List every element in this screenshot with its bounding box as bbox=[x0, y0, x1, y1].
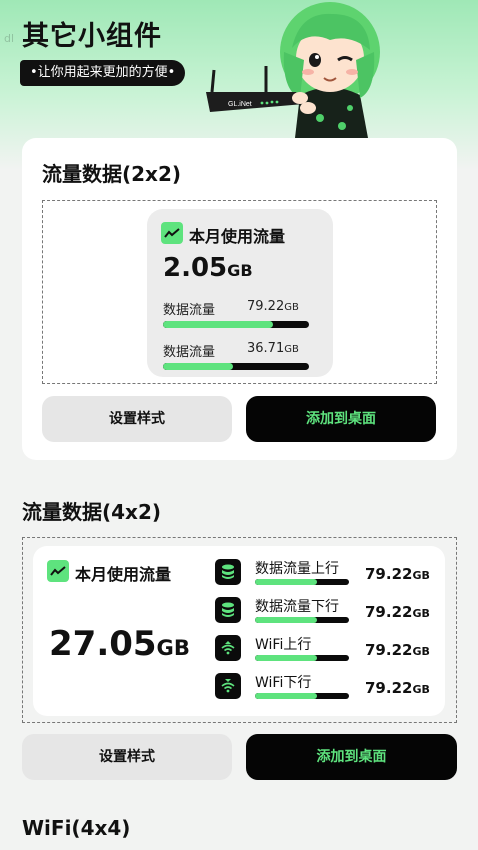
progress-fill bbox=[163, 363, 234, 370]
add-to-desktop-button-4x2[interactable]: 添加到桌面 bbox=[246, 734, 457, 780]
row-progress-bar bbox=[163, 321, 309, 328]
row-progress-bar bbox=[255, 693, 349, 699]
page-title: 其它小组件 bbox=[22, 21, 162, 52]
widget-card-title: 本月使用流量 bbox=[75, 565, 172, 584]
wifi-up-icon bbox=[215, 635, 241, 661]
section-title-2x2: 流量数据(2x2) bbox=[42, 162, 182, 186]
progress-fill bbox=[163, 321, 273, 328]
page-subtitle: •让你用起来更加的方便• bbox=[20, 60, 186, 86]
widget-2x2-preview[interactable]: 本月使用流量 2.05GB 数据流量 79.22GB 数据流量 36.71GB bbox=[147, 209, 333, 377]
mascot-illustration: GL.iNet bbox=[206, 2, 380, 138]
trend-chart-icon bbox=[47, 560, 69, 582]
widget-card-title: 本月使用流量 bbox=[189, 227, 286, 246]
database-icon bbox=[215, 597, 241, 623]
add-to-desktop-button-2x2[interactable]: 添加到桌面 bbox=[246, 396, 436, 442]
row-label: 数据流量上行 bbox=[255, 561, 339, 577]
widget-preview-frame: 本月使用流量 27.05GB 数据流量上行 79.22GB 数据流量下行 79.… bbox=[22, 537, 457, 723]
progress-fill bbox=[255, 655, 318, 661]
row-label: WiFi上行 bbox=[255, 637, 312, 653]
set-style-button-4x2[interactable]: 设置样式 bbox=[22, 734, 232, 780]
row-progress-bar bbox=[255, 655, 349, 661]
wifi-down-icon bbox=[215, 673, 241, 699]
progress-fill bbox=[255, 617, 318, 623]
total-traffic-value: 2.05GB bbox=[163, 253, 253, 283]
progress-fill bbox=[255, 579, 318, 585]
row-value: 36.71GB bbox=[247, 341, 299, 356]
progress-fill bbox=[255, 693, 318, 699]
set-style-button-2x2[interactable]: 设置样式 bbox=[42, 396, 232, 442]
row-progress-bar bbox=[255, 617, 349, 623]
row-label: 数据流量 bbox=[163, 303, 216, 318]
widget-2x2-card: 流量数据(2x2) 本月使用流量 2.05GB 数据流量 79.22GB 数据流… bbox=[22, 138, 457, 460]
row-value: 79.22GB bbox=[365, 641, 430, 659]
trend-chart-icon bbox=[161, 222, 183, 244]
widget-4x2-preview[interactable]: 本月使用流量 27.05GB 数据流量上行 79.22GB 数据流量下行 79.… bbox=[33, 546, 445, 716]
row-label: 数据流量下行 bbox=[255, 599, 339, 615]
row-value: 79.22GB bbox=[365, 565, 430, 583]
row-label: 数据流量 bbox=[163, 345, 216, 360]
row-progress-bar bbox=[163, 363, 309, 370]
widget-preview-frame: 本月使用流量 2.05GB 数据流量 79.22GB 数据流量 36.71GB bbox=[42, 200, 437, 384]
section-title-4x2: 流量数据(4x2) bbox=[22, 500, 162, 524]
row-value: 79.22GB bbox=[365, 679, 430, 697]
router-brand-text: GL.iNet bbox=[228, 101, 252, 108]
row-value: 79.22GB bbox=[365, 603, 430, 621]
watermark: dl bbox=[4, 32, 15, 45]
database-icon bbox=[215, 559, 241, 585]
row-value: 79.22GB bbox=[247, 299, 299, 314]
total-traffic-value: 27.05GB bbox=[49, 624, 190, 664]
row-progress-bar bbox=[255, 579, 349, 585]
row-label: WiFi下行 bbox=[255, 675, 312, 691]
section-title-4x4: WiFi(4x4) bbox=[22, 816, 131, 840]
